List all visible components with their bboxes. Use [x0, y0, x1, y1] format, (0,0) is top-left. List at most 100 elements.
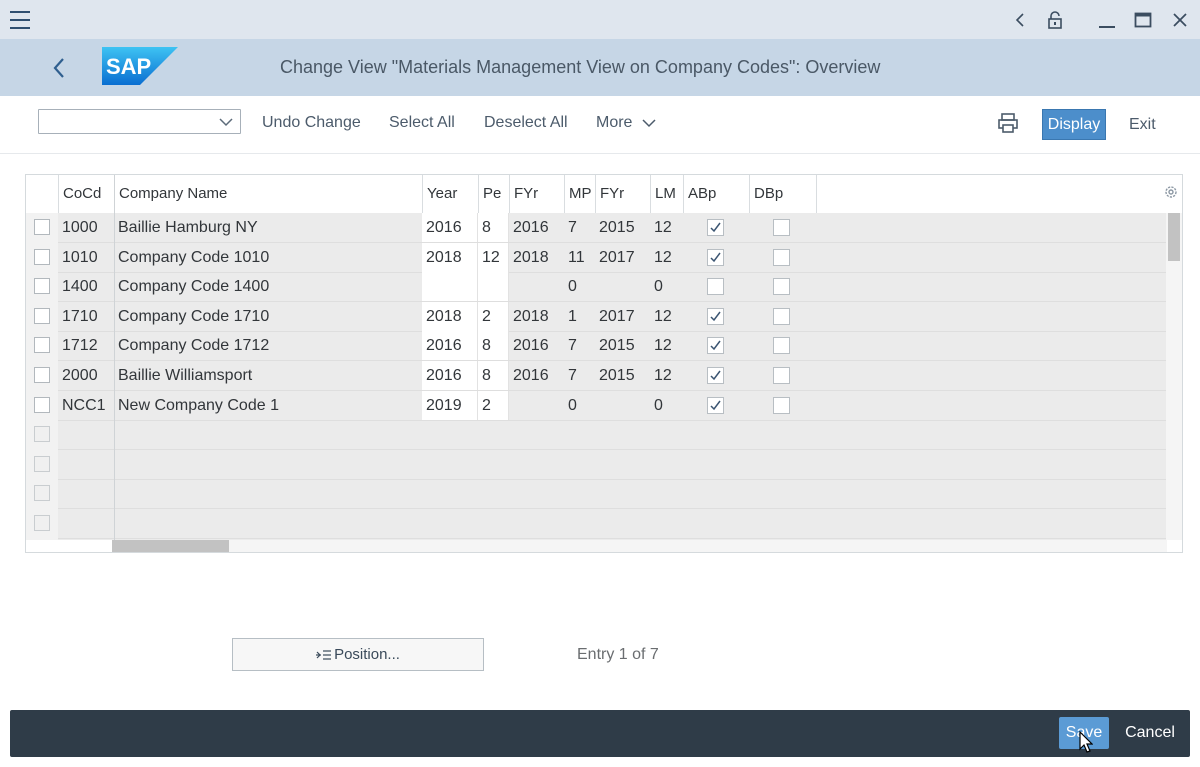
row-select-checkbox[interactable]: [34, 248, 50, 265]
row-select-checkbox[interactable]: [34, 307, 50, 324]
col-header-year[interactable]: Year: [422, 175, 478, 213]
horizontal-scrollbar[interactable]: [112, 540, 1167, 552]
col-header-lm[interactable]: LM: [650, 175, 683, 213]
position-button[interactable]: Position...: [232, 638, 484, 671]
table-row[interactable]: NCC1 New Company Code 1 2019 2 0 0: [26, 390, 1167, 421]
checkbox-abp[interactable]: [707, 337, 724, 355]
table-row[interactable]: 1400 Company Code 1400 0 0: [26, 272, 1167, 302]
undo-change-button[interactable]: Undo Change: [262, 114, 361, 132]
checkbox-dbp[interactable]: [773, 367, 790, 384]
cell-year[interactable]: 2016: [422, 331, 478, 361]
print-icon[interactable]: [996, 112, 1020, 134]
col-header-dbp[interactable]: DBp: [749, 175, 817, 213]
table-row[interactable]: 1000 Baillie Hamburg NY 2016 8 2016 7 2015 12: [26, 213, 1167, 243]
cell-pe[interactable]: 8: [478, 331, 509, 361]
table-row[interactable]: [26, 420, 1167, 450]
col-header-mp[interactable]: MP: [564, 175, 595, 213]
col-header-abp[interactable]: ABp: [683, 175, 749, 213]
deselect-all-button[interactable]: Deselect All: [484, 114, 568, 132]
checkbox-abp[interactable]: [707, 396, 724, 414]
checkbox-abp[interactable]: [707, 367, 724, 384]
cell-pe[interactable]: 12: [478, 242, 509, 272]
cell-fyr2: [595, 272, 650, 301]
cell-year[interactable]: 2016: [422, 213, 478, 242]
col-header-fyr2[interactable]: FYr: [595, 175, 650, 213]
row-select-checkbox[interactable]: [34, 219, 50, 235]
cell-company-name: Company Code 1710: [118, 307, 270, 325]
back-icon[interactable]: [44, 53, 74, 83]
row-select-checkbox[interactable]: [34, 367, 50, 383]
table-row[interactable]: [26, 450, 1167, 480]
gear-icon[interactable]: [1163, 184, 1179, 200]
svg-text:SAP: SAP: [106, 54, 151, 79]
cell-pe[interactable]: 2: [478, 301, 509, 331]
checkbox-dbp[interactable]: [773, 307, 790, 325]
table-row[interactable]: [26, 509, 1167, 539]
minimize-icon[interactable]: [1089, 0, 1125, 39]
cell-pe[interactable]: 8: [478, 213, 509, 242]
checkbox-dbp[interactable]: [773, 278, 790, 296]
cell-pe[interactable]: 2: [478, 390, 509, 420]
chevron-left-icon[interactable]: [1002, 0, 1038, 39]
cell-year[interactable]: 2018: [422, 242, 478, 272]
vertical-scroll-thumb[interactable]: [1168, 213, 1180, 261]
cell-fyr: 2016: [513, 219, 549, 236]
checkbox-abp[interactable]: [707, 219, 724, 236]
checkbox-dbp[interactable]: [773, 219, 790, 236]
cancel-button[interactable]: Cancel: [1120, 717, 1180, 749]
shell-header: SAP Change View "Materials Management Vi…: [0, 39, 1200, 96]
checkbox-abp[interactable]: [707, 307, 724, 325]
checkmark-icon: [710, 340, 721, 351]
table-row[interactable]: 1010 Company Code 1010 2018 12 2018 11 2017 12: [26, 242, 1167, 273]
checkbox-dbp[interactable]: [773, 396, 790, 414]
cell-fyr: 2018: [513, 307, 549, 325]
cell-year[interactable]: [422, 272, 478, 302]
menu-icon[interactable]: [0, 0, 40, 39]
more-button[interactable]: More: [596, 114, 657, 132]
row-select-checkbox[interactable]: [34, 485, 50, 502]
row-select-checkbox[interactable]: [34, 396, 50, 413]
checkbox-dbp[interactable]: [773, 337, 790, 355]
cell-year[interactable]: 2019: [422, 390, 478, 420]
table-header: CoCd Company Name Year Pe FYr MP FYr LM …: [26, 175, 1167, 213]
col-header-company-name[interactable]: Company Name: [114, 175, 422, 213]
close-icon[interactable]: [1162, 0, 1198, 39]
cell-fyr2: 2015: [599, 219, 635, 236]
cell-fyr: 2016: [513, 337, 549, 355]
cell-cocd: 1000: [62, 219, 98, 236]
exit-button[interactable]: Exit: [1129, 116, 1156, 134]
row-select-checkbox[interactable]: [34, 515, 50, 531]
horizontal-scroll-thumb[interactable]: [112, 540, 229, 552]
row-select-checkbox[interactable]: [34, 455, 50, 472]
mouse-cursor-icon: [1079, 731, 1093, 753]
cell-lm: 0: [654, 278, 663, 296]
cell-year[interactable]: 2018: [422, 301, 478, 331]
table-row[interactable]: [26, 479, 1167, 509]
checkbox-abp[interactable]: [707, 248, 724, 266]
cell-pe[interactable]: [478, 272, 509, 302]
vertical-scrollbar[interactable]: [1166, 213, 1182, 540]
col-header-fyr[interactable]: FYr: [509, 175, 564, 213]
window-title-bar: [0, 0, 1200, 39]
display-button[interactable]: Display: [1042, 109, 1106, 140]
cell-pe[interactable]: 8: [478, 361, 509, 390]
cell-cocd: NCC1: [62, 396, 106, 414]
checkbox-abp[interactable]: [707, 278, 724, 296]
checkbox-dbp[interactable]: [773, 248, 790, 266]
row-select-checkbox[interactable]: [34, 337, 50, 354]
table-row[interactable]: 1710 Company Code 1710 2018 2 2018 1 2017 12: [26, 301, 1167, 332]
checkmark-icon: [710, 370, 721, 381]
col-header-cocd[interactable]: CoCd: [58, 175, 114, 213]
variant-select[interactable]: [38, 109, 241, 134]
table-row[interactable]: 2000 Baillie Williamsport 2016 8 2016 7 2015 12: [26, 361, 1167, 391]
table-row[interactable]: 1712 Company Code 1712 2016 8 2016 7 2015 12: [26, 331, 1167, 361]
cell-lm: 12: [654, 367, 672, 384]
maximize-icon[interactable]: [1125, 0, 1161, 39]
row-select-checkbox[interactable]: [34, 278, 50, 295]
col-header-pe[interactable]: Pe: [478, 175, 509, 213]
unlock-icon[interactable]: [1037, 0, 1073, 39]
row-select-checkbox[interactable]: [34, 426, 50, 443]
select-all-button[interactable]: Select All: [389, 114, 455, 132]
checkmark-icon: [710, 400, 721, 410]
cell-year[interactable]: 2016: [422, 361, 478, 390]
